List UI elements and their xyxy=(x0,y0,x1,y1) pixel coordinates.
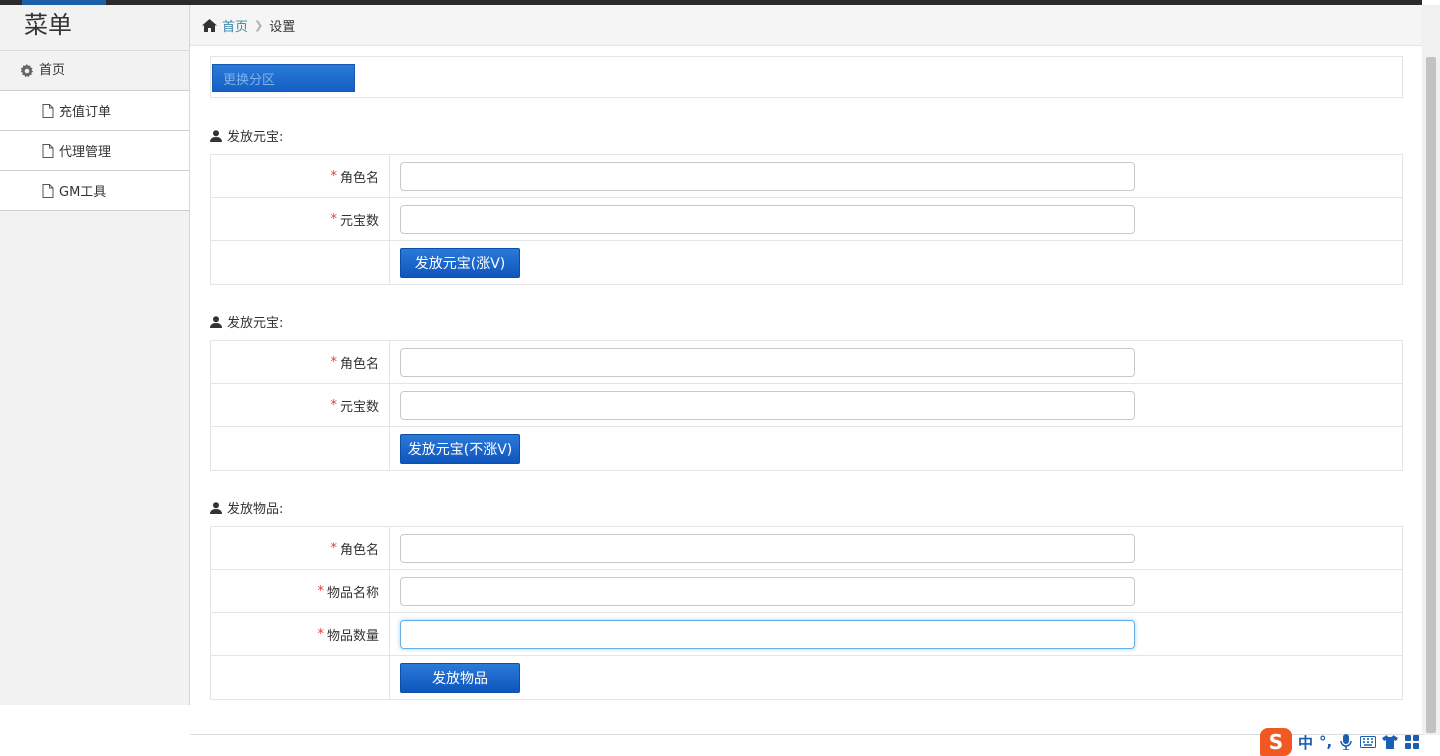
field-cell: 发放元宝(涨V) xyxy=(390,241,1402,284)
breadcrumb: 首页 ❯ 设置 xyxy=(190,5,1422,46)
section-title-text: 发放元宝: xyxy=(227,130,284,145)
form-row: * 元宝数 xyxy=(211,384,1402,427)
section-title-text: 发放元宝: xyxy=(227,316,284,331)
field-cell xyxy=(390,155,1402,197)
vertical-scrollbar[interactable] xyxy=(1422,5,1440,735)
form-row: * 角色名 xyxy=(211,341,1402,384)
field-cell xyxy=(390,198,1402,240)
item-name-input[interactable] xyxy=(400,576,1135,606)
section-title-text: 发放物品: xyxy=(227,502,284,517)
user-icon xyxy=(210,315,222,328)
grant-yuanbao-novip-button[interactable]: 发放元宝(不涨V) xyxy=(400,433,520,464)
required-mark: * xyxy=(330,168,337,184)
grant-item-form: * 角色名 * 物品名称 * 物品数量 发放物品 xyxy=(210,526,1403,700)
microphone-icon[interactable] xyxy=(1338,734,1354,750)
field-label-text: 元宝数 xyxy=(339,213,379,229)
field-label-text: 元宝数 xyxy=(339,399,379,415)
main-content: 更换分区 发放元宝: * 角色名 * 元宝数 发放元宝(涨V) 发放元宝: * 角色名… xyxy=(190,46,1422,736)
form-row: * 物品名称 xyxy=(211,570,1402,613)
file-icon xyxy=(42,143,54,158)
field-cell xyxy=(390,570,1402,612)
role-name-input[interactable] xyxy=(400,347,1135,377)
required-mark: * xyxy=(317,626,324,642)
keyboard-icon[interactable] xyxy=(1360,734,1377,750)
sogou-logo-icon[interactable]: S xyxy=(1260,728,1292,756)
grant-yuanbao-vip-button[interactable]: 发放元宝(涨V) xyxy=(400,247,520,278)
field-label-text: 角色名 xyxy=(339,170,379,186)
sidebar-item-gm-tools[interactable]: GM工具 xyxy=(0,171,189,211)
yuanbao-vip-form: * 角色名 * 元宝数 发放元宝(涨V) xyxy=(210,154,1403,285)
item-quantity-input[interactable] xyxy=(400,619,1135,649)
form-row: * 角色名 xyxy=(211,527,1402,570)
field-label-empty xyxy=(211,656,390,699)
form-row: * 物品数量 xyxy=(211,613,1402,656)
ime-toolbar: S 中 °, xyxy=(1258,728,1440,756)
change-zone-button[interactable]: 更换分区 xyxy=(212,64,355,92)
chevron-right-icon: ❯ xyxy=(254,18,264,32)
sidebar: 菜单 首页 充值订单 代理管理 GM工具 xyxy=(0,5,190,705)
skin-shirt-icon[interactable] xyxy=(1382,734,1399,750)
form-row: 发放元宝(涨V) xyxy=(211,241,1402,284)
sidebar-item-agent-management[interactable]: 代理管理 xyxy=(0,131,189,171)
field-label: * 元宝数 xyxy=(211,198,390,240)
toolbox-grid-icon[interactable] xyxy=(1404,734,1420,750)
section-title: 发放元宝: xyxy=(210,126,283,145)
yuanbao-amount-input[interactable] xyxy=(400,204,1135,234)
sidebar-item-home[interactable]: 首页 xyxy=(0,51,189,91)
gear-icon xyxy=(20,63,34,78)
file-icon xyxy=(42,183,54,198)
ime-mode-toggle[interactable]: 中 xyxy=(1298,732,1313,753)
field-label-text: 角色名 xyxy=(339,356,379,372)
field-label-text: 物品数量 xyxy=(326,628,379,644)
field-label: * 角色名 xyxy=(211,527,390,569)
section-title: 发放物品: xyxy=(210,498,283,517)
field-cell xyxy=(390,341,1402,383)
required-mark: * xyxy=(317,583,324,599)
field-label-empty xyxy=(211,241,390,284)
form-row: 发放物品 xyxy=(211,656,1402,699)
field-label-text: 角色名 xyxy=(339,542,379,558)
yuanbao-novip-form: * 角色名 * 元宝数 发放元宝(不涨V) xyxy=(210,340,1403,471)
breadcrumb-current: 设置 xyxy=(269,19,296,35)
field-label: * 物品数量 xyxy=(211,613,390,655)
role-name-input[interactable] xyxy=(400,161,1135,191)
field-cell xyxy=(390,613,1402,655)
required-mark: * xyxy=(330,540,337,556)
field-cell xyxy=(390,384,1402,426)
field-label-text: 物品名称 xyxy=(326,585,379,601)
field-label: * 角色名 xyxy=(211,155,390,197)
scrollbar-thumb[interactable] xyxy=(1426,57,1436,733)
sidebar-home-label: 首页 xyxy=(39,62,66,78)
required-mark: * xyxy=(330,211,337,227)
yuanbao-amount-input[interactable] xyxy=(400,390,1135,420)
zone-panel: 更换分区 xyxy=(210,56,1403,98)
field-cell: 发放物品 xyxy=(390,656,1402,699)
field-cell xyxy=(390,527,1402,569)
section-title: 发放元宝: xyxy=(210,312,283,331)
home-icon xyxy=(202,18,217,32)
form-row: * 角色名 xyxy=(211,155,1402,198)
sidebar-title: 菜单 xyxy=(0,5,189,51)
sidebar-item-label: GM工具 xyxy=(59,185,107,200)
grant-item-button[interactable]: 发放物品 xyxy=(400,662,520,693)
file-icon xyxy=(42,103,54,118)
field-label-empty xyxy=(211,427,390,470)
footer-divider xyxy=(190,734,1422,735)
form-row: 发放元宝(不涨V) xyxy=(211,427,1402,470)
user-icon xyxy=(210,129,222,142)
required-mark: * xyxy=(330,397,337,413)
field-label: * 元宝数 xyxy=(211,384,390,426)
required-mark: * xyxy=(330,354,337,370)
form-row: * 元宝数 xyxy=(211,198,1402,241)
role-name-input[interactable] xyxy=(400,533,1135,563)
ime-punctuation-toggle[interactable]: °, xyxy=(1319,733,1332,751)
sidebar-item-label: 充值订单 xyxy=(59,105,112,120)
user-icon xyxy=(210,501,222,514)
sidebar-item-label: 代理管理 xyxy=(59,145,112,160)
field-label: * 角色名 xyxy=(211,341,390,383)
breadcrumb-home-link[interactable]: 首页 xyxy=(222,16,248,35)
sidebar-item-recharge-orders[interactable]: 充值订单 xyxy=(0,91,189,131)
field-label: * 物品名称 xyxy=(211,570,390,612)
field-cell: 发放元宝(不涨V) xyxy=(390,427,1402,470)
